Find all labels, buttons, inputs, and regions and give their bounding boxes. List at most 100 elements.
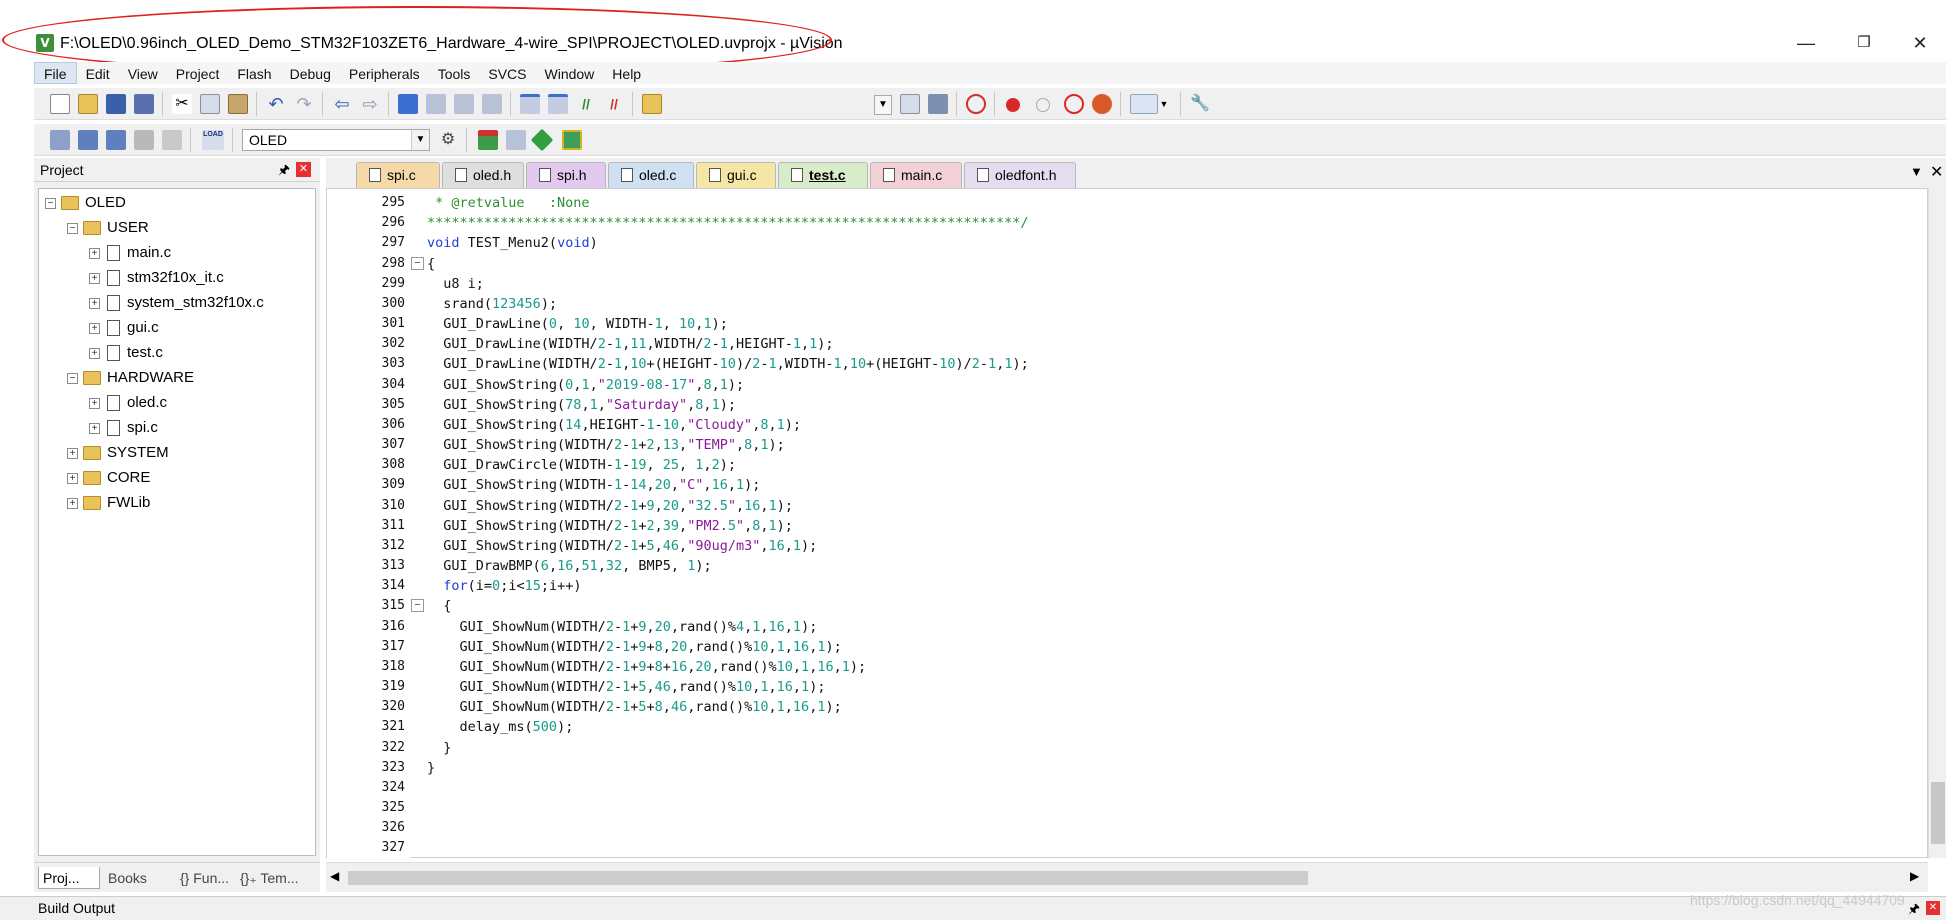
tree-item-oled[interactable]: − OLED xyxy=(39,192,315,214)
code-line[interactable]: GUI_ShowString(78,1,"Saturday",8,1); xyxy=(427,395,736,415)
debug-session-icon[interactable] xyxy=(966,94,986,114)
prev-bookmark-icon[interactable] xyxy=(426,94,446,114)
navigate-back-icon[interactable]: ⇦ xyxy=(332,94,352,114)
code-line[interactable]: GUI_ShowString(14,HEIGHT-1-10,"Cloudy",8… xyxy=(427,415,801,435)
code-line[interactable]: GUI_ShowNum(WIDTH/2-1+9,20,rand()%4,1,16… xyxy=(427,617,818,637)
code-line[interactable]: GUI_ShowString(0,1,"2019-08-17",8,1); xyxy=(427,375,744,395)
code-line[interactable]: for(i=0;i<15;i++) xyxy=(427,576,581,596)
code-line[interactable]: GUI_ShowNum(WIDTH/2-1+9+8+16,20,rand()%1… xyxy=(427,657,867,677)
panel-tab-functions[interactable]: {} Fun... xyxy=(176,867,234,889)
build-pin-icon[interactable]: 🖈 xyxy=(1908,900,1920,920)
panel-tab-books[interactable]: Books xyxy=(104,867,172,889)
expand-icon[interactable]: + xyxy=(89,273,100,284)
bookmark-icon[interactable] xyxy=(398,94,418,114)
minimize-button[interactable]: — xyxy=(1786,28,1826,58)
tree-item-fwlib[interactable]: + FWLib xyxy=(39,492,315,514)
code-line[interactable]: { xyxy=(427,596,451,616)
manage-run-time-icon[interactable] xyxy=(530,128,554,152)
code-line[interactable]: srand(123456); xyxy=(427,294,557,314)
code-line[interactable]: GUI_ShowString(WIDTH/2-1+9,20,"32.5",16,… xyxy=(427,496,793,516)
code-line[interactable]: GUI_DrawBMP(6,16,51,32, BMP5, 1); xyxy=(427,556,711,576)
expand-icon[interactable]: + xyxy=(67,498,78,509)
code-line[interactable]: * @retvalue :None xyxy=(427,193,589,213)
tree-item-stm32f10x-it-c[interactable]: + stm32f10x_it.c xyxy=(39,267,315,289)
menu-project[interactable]: Project xyxy=(167,63,229,85)
download-icon[interactable]: LOAD xyxy=(202,130,224,150)
batch-build-icon[interactable] xyxy=(134,130,154,150)
expand-icon[interactable]: + xyxy=(89,298,100,309)
maximize-button[interactable]: ❐ xyxy=(1844,28,1884,58)
code-line[interactable]: GUI_DrawLine(WIDTH/2-1,11,WIDTH/2-1,HEIG… xyxy=(427,334,833,354)
build-close-icon[interactable]: ✕ xyxy=(1926,901,1940,915)
next-bookmark-icon[interactable] xyxy=(454,94,474,114)
expand-icon[interactable]: + xyxy=(89,398,100,409)
close-panel-icon[interactable]: ✕ xyxy=(296,162,311,177)
clear-bookmarks-icon[interactable] xyxy=(482,94,502,114)
pack-installer-icon[interactable] xyxy=(562,130,582,150)
menu-peripherals[interactable]: Peripherals xyxy=(340,63,429,85)
vertical-scrollbar[interactable] xyxy=(1928,188,1946,858)
find-in-files-icon[interactable] xyxy=(642,94,662,114)
redo-icon[interactable]: ↷ xyxy=(294,94,314,114)
comment-icon[interactable]: // xyxy=(576,94,596,114)
scroll-right-arrow-icon[interactable]: ▶ xyxy=(1910,869,1919,883)
expand-icon[interactable]: + xyxy=(89,323,100,334)
target-dropdown-arrow[interactable]: ▼ xyxy=(411,130,429,150)
expand-icon[interactable]: + xyxy=(89,348,100,359)
panel-tab-project[interactable]: Proj... xyxy=(38,867,100,889)
unindent-icon[interactable] xyxy=(548,94,568,114)
tab-oled-h[interactable]: oled.h xyxy=(442,162,524,188)
uncomment-icon[interactable]: // xyxy=(604,94,624,114)
expand-icon[interactable]: + xyxy=(67,448,78,459)
rebuild-icon[interactable] xyxy=(106,130,126,150)
save-icon[interactable] xyxy=(106,94,126,114)
tab-gui-c[interactable]: gui.c xyxy=(696,162,776,188)
code-line[interactable]: GUI_ShowNum(WIDTH/2-1+5+8,46,rand()%10,1… xyxy=(427,697,842,717)
fold-collapse-icon[interactable]: − xyxy=(411,256,424,270)
menu-tools[interactable]: Tools xyxy=(429,63,480,85)
code-line[interactable]: GUI_ShowString(WIDTH/2-1+2,39,"PM2.5",8,… xyxy=(427,516,793,536)
tree-item-test-c[interactable]: + test.c xyxy=(39,342,315,364)
build-icon[interactable] xyxy=(78,130,98,150)
disable-breakpoints-icon[interactable] xyxy=(1064,94,1084,114)
tab-main-c[interactable]: main.c xyxy=(870,162,962,188)
components-icon[interactable] xyxy=(478,130,498,150)
target-select[interactable]: OLED ▼ xyxy=(242,129,430,151)
menu-view[interactable]: View xyxy=(119,63,167,85)
stop-build-icon[interactable] xyxy=(162,130,182,150)
tree-item-hardware[interactable]: − HARDWARE xyxy=(39,367,315,389)
save-all-icon[interactable] xyxy=(134,94,154,114)
kill-breakpoints-icon[interactable] xyxy=(1092,94,1112,114)
tree-item-main-c[interactable]: + main.c xyxy=(39,242,315,264)
code-line[interactable]: } xyxy=(427,738,451,758)
code-line[interactable]: GUI_ShowNum(WIDTH/2-1+5,46,rand()%10,1,1… xyxy=(427,677,826,697)
menu-help[interactable]: Help xyxy=(603,63,650,85)
copy-icon[interactable] xyxy=(200,94,220,114)
menu-flash[interactable]: Flash xyxy=(228,63,280,85)
code-line[interactable]: GUI_ShowString(WIDTH-1-14,20,"C",16,1); xyxy=(427,475,760,495)
paste-icon[interactable] xyxy=(228,94,248,114)
collapse-icon[interactable]: − xyxy=(67,373,78,384)
code-line[interactable]: delay_ms(500); xyxy=(427,717,574,737)
navigate-forward-icon[interactable]: ⇨ xyxy=(360,94,380,114)
scroll-left-arrow-icon[interactable]: ◀ xyxy=(330,869,339,883)
close-tab-icon[interactable]: ✕ xyxy=(1930,162,1943,182)
pin-icon[interactable]: 🖈 xyxy=(278,161,290,183)
find-icon[interactable] xyxy=(900,94,920,114)
vertical-scroll-thumb[interactable] xyxy=(1931,782,1945,844)
code-line[interactable]: GUI_ShowString(WIDTH/2-1+2,13,"TEMP",8,1… xyxy=(427,435,785,455)
collapse-icon[interactable]: − xyxy=(45,198,56,209)
tab-oledfont-h[interactable]: oledfont.h xyxy=(964,162,1076,188)
expand-icon[interactable]: + xyxy=(67,473,78,484)
tab-spi-c[interactable]: spi.c xyxy=(356,162,440,188)
code-line[interactable]: ****************************************… xyxy=(427,213,1028,233)
tree-item-gui-c[interactable]: + gui.c xyxy=(39,317,315,339)
code-line[interactable]: GUI_DrawCircle(WIDTH-1-19, 25, 1,2); xyxy=(427,455,736,475)
tree-item-system[interactable]: + SYSTEM xyxy=(39,442,315,464)
code-editor[interactable]: 295 296 297 298−299 300 301 302 303 304 305 306 307… xyxy=(326,188,1928,859)
configure-tools-icon[interactable]: 🔧 xyxy=(1190,94,1210,114)
window-layout-icon[interactable] xyxy=(1130,94,1158,114)
tree-item-core[interactable]: + CORE xyxy=(39,467,315,489)
tree-item-system-stm32f10x-c[interactable]: + system_stm32f10x.c xyxy=(39,292,315,314)
new-file-icon[interactable] xyxy=(50,94,70,114)
